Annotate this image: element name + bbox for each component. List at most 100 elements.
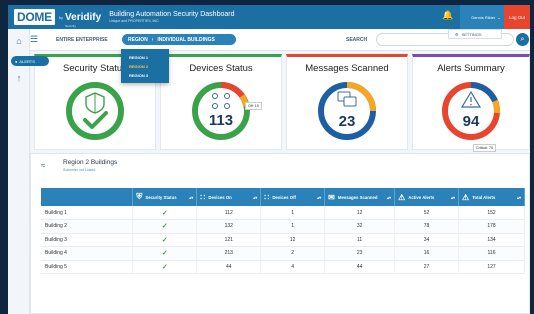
warning-icon: ⚠ [398, 192, 406, 202]
security-status-cell: ✓ [132, 206, 198, 220]
company-logo: Veridify Security [65, 7, 101, 28]
table-header-row: ⛨ Security Status ▴▾ ∷ Devices On ▴▾ ∷ Device… [41, 188, 525, 206]
panel-subtitle[interactable]: Submeter not Linked [63, 168, 95, 172]
logout-button[interactable]: Log Out [504, 5, 530, 29]
col-header-messages[interactable]: ✉ Messages Scanned ▴▾ [324, 188, 396, 206]
messages-cell: 32 [324, 219, 396, 233]
building-name-cell: Building 5 [41, 260, 134, 274]
messages-gauge: 23 [318, 82, 376, 140]
checkmark-icon: ✓ [161, 223, 168, 231]
devices-value: 113 [209, 112, 233, 129]
security-status-cell: ✓ [132, 219, 198, 233]
devices-icon: ∷ [264, 192, 270, 202]
critical-badge: Critical: 75 [473, 144, 496, 152]
messages-cell: 12 [324, 206, 396, 220]
buildings-panel: ≈ Region 2 Buildings Submeter not Linked… [30, 153, 530, 314]
shield-icon [85, 92, 105, 114]
menu-icon[interactable]: ☰ [30, 34, 38, 45]
devices-off-cell: 4 [260, 260, 326, 274]
card-title: Devices Status [189, 63, 253, 74]
side-rail: ⌂ ↑ [8, 29, 30, 314]
message-icon: ✉ [328, 192, 335, 202]
total-alerts-cell: 116 [458, 246, 525, 260]
messages-cell: 11 [324, 233, 396, 247]
app-title: Building Automation Security Dashboard [109, 10, 235, 18]
building-name-cell: Building 3 [41, 233, 134, 247]
buildings-icon: ≈ [41, 161, 46, 170]
table-row[interactable]: Building 4 ✓ 213 2 23 16 116 [41, 246, 525, 260]
user-name: Dennis Rikter [471, 14, 496, 20]
security-status-cell: ✓ [132, 246, 198, 260]
messages-scanned-card[interactable]: Messages Scanned 23 [286, 54, 408, 150]
home-icon[interactable]: ⌂ [12, 36, 26, 46]
message-icon [337, 91, 357, 107]
table-row[interactable]: Building 3 ✓ 121 12 11 34 134 [41, 233, 525, 247]
devices-icon [212, 93, 230, 109]
col-header-total-alerts[interactable]: ⚠ Total Alerts ▴▾ [458, 188, 525, 206]
notification-bell-icon[interactable]: 🔔 [442, 10, 454, 24]
col-header-name[interactable] [41, 188, 134, 206]
total-alerts-cell: 178 [458, 219, 525, 233]
total-alerts-cell: 127 [458, 260, 525, 274]
devices-on-cell: 121 [196, 233, 262, 247]
sort-icon: ▴▾ [189, 194, 194, 200]
company-sub: Security [65, 23, 76, 28]
breadcrumb: REGION › INDIVIDUAL BUILDINGS [122, 34, 236, 45]
gear-icon: ⚙ [455, 31, 459, 37]
top-bar: DOME by Veridify Security Building Autom… [8, 5, 530, 29]
table-row[interactable]: Building 2 ✓ 132 1 32 78 178 [41, 219, 525, 233]
col-header-security[interactable]: ⛨ Security Status ▴▾ [132, 188, 198, 206]
sort-icon: ▴▾ [253, 194, 258, 200]
devices-on-cell: 112 [196, 206, 262, 220]
region-option-2[interactable]: REGION 2 [129, 62, 169, 71]
sort-icon: ▴▾ [387, 194, 392, 200]
active-alerts-cell: 27 [394, 260, 460, 274]
col-label: Active Alerts [408, 194, 435, 200]
col-header-devices-on[interactable]: ∷ Devices On ▴▾ [196, 188, 262, 206]
devices-status-card[interactable]: Devices Status 113 Off: 15 [160, 54, 282, 150]
active-alerts-cell: 16 [394, 246, 460, 260]
by-label: by [58, 14, 64, 20]
security-status-cell: ✓ [132, 260, 198, 274]
devices-off-cell: 2 [260, 246, 326, 260]
col-label: Devices Off [272, 194, 296, 200]
main-content: ☰ ENTIRE ENTERPRISE REGION › INDIVIDUAL … [30, 29, 530, 314]
checkmark-icon [83, 111, 108, 129]
devices-off-cell: 12 [260, 233, 326, 247]
table-row[interactable]: Building 1 ✓ 112 1 12 52 152 [41, 206, 525, 220]
col-label: Messages Scanned [337, 194, 378, 200]
checkmark-icon: ✓ [161, 209, 168, 217]
col-header-active-alerts[interactable]: ⚠ Active Alerts ▴▾ [394, 188, 460, 206]
brand-logo: DOME [14, 9, 55, 25]
search-icon[interactable]: ⌕ [516, 33, 529, 46]
active-alerts-cell: 34 [394, 233, 460, 247]
settings-menu-item[interactable]: ⚙ SETTINGS [448, 29, 502, 39]
company-name: Veridify [65, 11, 102, 23]
settings-label: SETTINGS [461, 31, 482, 37]
messages-cell: 44 [324, 260, 396, 274]
col-header-devices-off[interactable]: ∷ Devices Off ▴▾ [260, 188, 326, 206]
devices-off-cell: 1 [260, 219, 326, 233]
messages-cell: 23 [324, 246, 396, 260]
active-alerts-cell: 52 [394, 206, 460, 220]
sort-icon: ▴▾ [516, 194, 521, 200]
checkmark-icon: ✓ [161, 250, 168, 258]
panel-title: Region 2 Buildings [63, 159, 118, 166]
sort-icon: ▴▾ [317, 194, 322, 200]
breadcrumb-region[interactable]: REGION [128, 37, 148, 43]
col-label: Security Status [145, 194, 177, 200]
checkmark-icon: ✓ [161, 236, 168, 244]
warning-icon [460, 90, 482, 108]
warning-icon: ⚠ [462, 192, 470, 202]
breadcrumb-enterprise[interactable]: ENTIRE ENTERPRISE [56, 37, 108, 43]
app-title-block: Building Automation Security Dashboard U… [109, 11, 234, 24]
devices-on-cell: 213 [196, 246, 262, 260]
building-name-cell: Building 4 [41, 246, 134, 260]
alerts-value: 94 [463, 113, 480, 130]
region-option-1[interactable]: REGION 1 [129, 53, 169, 62]
alerts-nav-button[interactable]: ● ALERTS [11, 56, 49, 66]
alerts-summary-card[interactable]: Alerts Summary 94 Critical: 75 [412, 54, 530, 152]
region-option-3[interactable]: REGION 3 [129, 71, 169, 80]
table-row[interactable]: Building 5 ✓ 44 4 44 27 127 [41, 260, 525, 274]
chart-icon[interactable]: ↑ [12, 73, 26, 83]
